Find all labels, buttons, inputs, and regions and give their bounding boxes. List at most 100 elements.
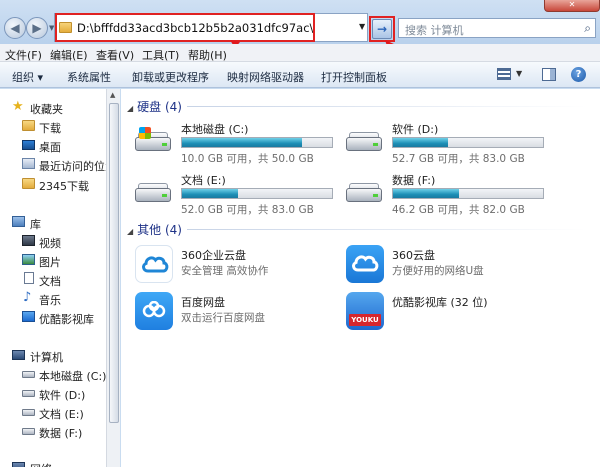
sidebar-item-label: 下载 [39, 122, 61, 135]
sidebar-item-documents[interactable]: 文档 [0, 270, 109, 288]
menu-view[interactable]: 查看(V) [96, 47, 134, 63]
drive-f[interactable]: 数据 (F:) 46.2 GB 可用，共 82.0 GB [332, 170, 562, 216]
hard-drive-icon [346, 127, 382, 153]
drive-usage-bar [181, 137, 333, 148]
sidebar-item-label: 音乐 [39, 294, 61, 307]
sidebar-item-recent[interactable]: 最近访问的位置 [0, 155, 109, 173]
hard-drive-icon [135, 178, 171, 204]
search-icon[interactable]: ⌕ [584, 21, 591, 36]
sidebar-item-pictures[interactable]: 图片 [0, 251, 109, 269]
group-divider [187, 106, 587, 107]
scrollbar-thumb[interactable] [109, 103, 119, 423]
app-name: 360云盘 [392, 249, 435, 262]
sidebar-item-label: 网络 [30, 461, 52, 467]
sidebar-item-label: 文档 (E:) [39, 408, 84, 421]
drive-usage-fill [393, 189, 459, 198]
app-360-cloud[interactable]: 360云盘 方便好用的网络U盘 [332, 243, 552, 285]
sidebar-item-video[interactable]: 视频 [0, 232, 109, 250]
uninstall-program-button[interactable]: 卸载或更改程序 [132, 69, 209, 85]
hard-drive-icon [22, 428, 35, 435]
folder-icon [22, 178, 35, 189]
drive-name: 数据 (F:) [392, 174, 436, 187]
music-note-icon: ♪ [23, 290, 32, 305]
menu-help[interactable]: 帮助(H) [188, 47, 227, 63]
close-button[interactable]: ✕ [544, 0, 600, 12]
drive-usage-bar [392, 188, 544, 199]
collapse-arrow-icon[interactable]: ◢ [127, 104, 133, 113]
hard-drive-icon [346, 178, 382, 204]
sidebar-item-drive-f[interactable]: 数据 (F:) [0, 422, 109, 440]
drive-usage-bar [181, 188, 333, 199]
sidebar-item-computer[interactable]: 计算机 [0, 346, 109, 364]
view-dropdown-icon[interactable]: ▼ [516, 69, 522, 78]
recent-places-icon [22, 158, 35, 169]
help-icon[interactable]: ? [571, 67, 586, 82]
sidebar-item-label: 文档 [39, 275, 61, 288]
forward-button[interactable]: ▶ [26, 17, 48, 39]
windows-drive-icon [135, 127, 171, 153]
app-description: 双击运行百度网盘 [181, 312, 265, 324]
app-baidu-netdisk[interactable]: 百度网盘 双击运行百度网盘 [121, 290, 341, 332]
drive-d[interactable]: 软件 (D:) 52.7 GB 可用，共 83.0 GB [332, 119, 562, 165]
app-name: 360企业云盘 [181, 249, 246, 262]
drive-name: 本地磁盘 (C:) [181, 123, 249, 136]
drive-e[interactable]: 文档 (E:) 52.0 GB 可用，共 83.0 GB [121, 170, 351, 216]
desktop-icon [22, 140, 35, 150]
drive-usage-bar [392, 137, 544, 148]
sidebar-item-label: 视频 [39, 237, 61, 250]
other-group-header[interactable]: ◢ 其他 (4) [127, 221, 182, 238]
sidebar-item-downloads[interactable]: 下载 [0, 117, 109, 135]
system-properties-button[interactable]: 系统属性 [67, 69, 111, 85]
content-pane: ◢ 硬盘 (4) 本地磁盘 (C:) 10.0 GB 可用，共 50.0 GB 软… [121, 89, 600, 467]
sidebar-item-youku[interactable]: 优酷影视库 [0, 308, 109, 326]
app-360-enterprise-cloud[interactable]: 360企业云盘 安全管理 高效协作 [121, 243, 341, 285]
sidebar-item-drive-d[interactable]: 软件 (D:) [0, 384, 109, 402]
sidebar-item-desktop[interactable]: 桌面 [0, 136, 109, 154]
go-button[interactable]: → [372, 19, 392, 39]
sidebar-item-2345-downloads[interactable]: 2345下载 [0, 175, 109, 193]
sidebar-item-favorites[interactable]: ★ 收藏夹 [0, 98, 109, 116]
sidebar-item-label: 桌面 [39, 141, 61, 154]
map-network-drive-button[interactable]: 映射网络驱动器 [227, 69, 304, 85]
drive-usage-fill [182, 138, 302, 147]
sidebar-item-label: 数据 (F:) [39, 427, 83, 440]
computer-icon [12, 350, 25, 360]
navigation-pane: ★ 收藏夹 下载 桌面 最近访问的位置 2345下载 库 视频 图片 文档 ♪ … [0, 89, 110, 467]
sidebar-item-network[interactable]: 网络 [0, 458, 109, 467]
search-input[interactable]: 搜索 计算机 ⌕ [398, 18, 596, 38]
other-group-title: 其他 (4) [137, 223, 182, 237]
sidebar-item-drive-e[interactable]: 文档 (E:) [0, 403, 109, 421]
library-icon [12, 216, 25, 227]
open-control-panel-button[interactable]: 打开控制面板 [321, 69, 387, 85]
search-placeholder: 搜索 计算机 [405, 24, 464, 37]
scroll-up-icon[interactable]: ▲ [110, 91, 115, 99]
preview-pane-icon[interactable] [542, 68, 556, 81]
app-name: 优酷影视库 (32 位) [392, 296, 488, 309]
app-description: 方便好用的网络U盘 [392, 265, 484, 277]
collapse-arrow-icon[interactable]: ◢ [127, 227, 133, 236]
back-button[interactable]: ◀ [4, 17, 26, 39]
address-bar[interactable]: D:\bfffdd33acd3bcb12b5b2a031dfc97ac\ ▼ [54, 13, 368, 42]
drive-usage-fill [182, 189, 238, 198]
app-youku-library[interactable]: YOUKU 优酷影视库 (32 位) [332, 290, 552, 332]
menu-file[interactable]: 文件(F) [5, 47, 42, 63]
hard-drive-icon [22, 409, 35, 416]
go-arrow-icon: → [376, 22, 388, 36]
drive-c[interactable]: 本地磁盘 (C:) 10.0 GB 可用，共 50.0 GB [121, 119, 351, 165]
hdd-group-title: 硬盘 (4) [137, 100, 182, 114]
address-dropdown-icon[interactable]: ▼ [359, 22, 365, 31]
sidebar-item-music[interactable]: ♪ 音乐 [0, 289, 109, 307]
sidebar-item-libraries[interactable]: 库 [0, 213, 109, 231]
arrow-left-icon: ◀ [10, 21, 20, 35]
hard-drive-icon [22, 390, 35, 397]
drive-capacity: 52.7 GB 可用，共 83.0 GB [392, 153, 525, 165]
hdd-group-header[interactable]: ◢ 硬盘 (4) [127, 98, 182, 115]
menu-tools[interactable]: 工具(T) [142, 47, 179, 63]
sidebar-item-label: 计算机 [30, 351, 63, 364]
sidebar-scrollbar[interactable]: ▲ [106, 89, 120, 467]
sidebar-item-drive-c[interactable]: 本地磁盘 (C:) [0, 365, 109, 383]
organize-button[interactable]: 组织 ▾ [12, 69, 43, 85]
address-input[interactable]: D:\bfffdd33acd3bcb12b5b2a031dfc97ac\ [77, 21, 313, 35]
menu-edit[interactable]: 编辑(E) [50, 47, 88, 63]
view-options-icon[interactable] [497, 68, 511, 80]
